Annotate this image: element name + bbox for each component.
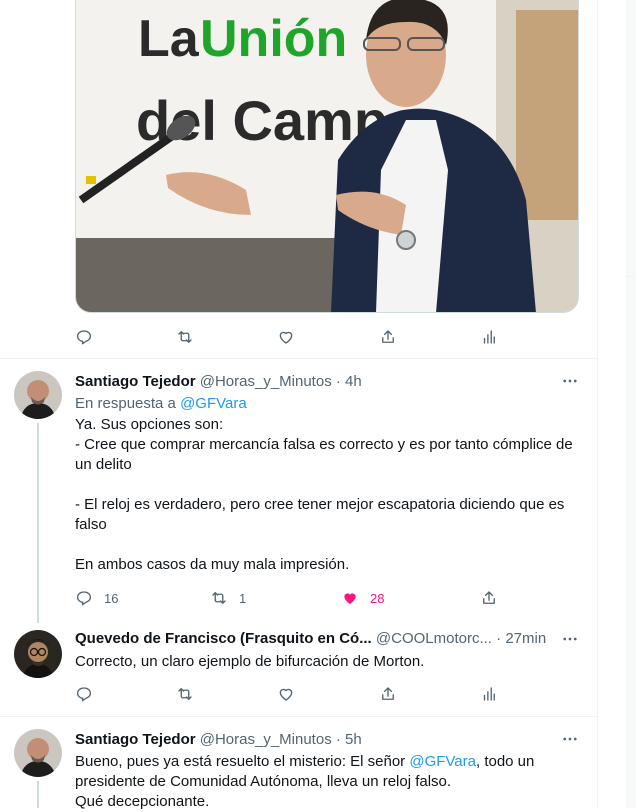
reply-prefix: En respuesta a [75,395,181,412]
user-handle[interactable]: @Horas_y_Minutos [200,731,332,748]
reply-count: 16 [104,590,119,606]
tweet-header: Santiago Tejedor @Horas_y_Minutos · 4h [75,373,362,390]
more-button[interactable] [560,729,580,749]
avatar[interactable] [14,729,62,777]
share-icon [382,330,394,343]
retweet-count: 1 [239,590,247,606]
tweet-line: En ambos casos da muy mala impresión. [75,556,350,573]
banner-text-la: La [138,10,200,68]
retweet-button[interactable]: 1 [210,588,246,608]
mention-link[interactable]: @GFVara [409,753,476,770]
share-button[interactable] [480,588,498,608]
display-name[interactable]: Santiago Tejedor [75,373,196,390]
tweet-line: - El reloj es verdadero, pero cree tener… [75,496,565,533]
reply-icon [76,591,92,606]
tweet-line [75,475,575,495]
like-icon [279,688,293,701]
tweet-line: Ya. Sus opciones son: [75,416,224,433]
display-name[interactable]: Quevedo de Francisco (Frasquito en Có... [75,630,372,647]
reply-context: En respuesta a @GFVara [75,395,247,412]
separator-dot: · [335,731,341,748]
separator-dot: · [335,373,341,390]
tweet-line [75,535,575,555]
avatar[interactable] [14,371,62,419]
sidebar-card [626,0,636,277]
tweet[interactable]: Santiago Tejedor @Horas_y_Minutos · 4h E… [0,359,597,623]
share-button[interactable] [379,327,397,347]
tweet-text-part: Bueno, pues ya está resuelto el misterio… [75,753,410,770]
thread-line [37,423,39,623]
thread-line [37,781,39,808]
reply-button[interactable]: 16 [75,588,118,608]
like-count: 28 [370,590,385,606]
timestamp[interactable]: 5h [345,731,362,748]
share-button[interactable] [379,684,397,704]
timeline: La Unión del Campo Santiago Tejedor @Hor… [0,0,598,810]
timestamp[interactable]: 4h [345,373,362,390]
user-handle[interactable]: @Horas_y_Minutos [200,373,332,390]
more-icon [563,637,577,641]
more-icon [563,379,577,383]
tweet-text: Correcto, un claro ejemplo de bifurcació… [75,652,575,672]
more-button[interactable] [560,371,580,391]
mention-link[interactable]: @GFVara [180,395,247,412]
banner-text-union: Unión [200,10,347,68]
sidebar-card [626,296,636,808]
reply-icon [76,687,92,702]
retweet-button[interactable] [176,327,194,347]
tweet[interactable]: Santiago Tejedor @Horas_y_Minutos · 5h B… [0,717,597,810]
share-icon [483,591,495,604]
retweet-icon [212,592,226,604]
tweet-actions: 16 1 28 [75,588,505,608]
tweet-actions [75,684,505,704]
tweet-photo[interactable]: La Unión del Campo [75,0,579,313]
more-icon [563,737,577,741]
like-icon-filled [344,593,356,604]
user-handle[interactable]: @COOLmotorc... [376,630,492,647]
sidebar-edge [626,0,636,808]
like-button[interactable] [277,684,295,704]
more-button[interactable] [560,629,580,649]
analytics-button[interactable] [480,327,498,347]
tweet-text: Bueno, pues ya está resuelto el misterio… [75,752,545,812]
tweet-line: Qué decepcionante. [75,793,210,810]
reply-icon [76,330,92,345]
retweet-icon [178,688,192,700]
tweet-header: Santiago Tejedor @Horas_y_Minutos · 5h [75,731,362,748]
analytics-button[interactable] [480,684,498,704]
retweet-button[interactable] [176,684,194,704]
tweet[interactable]: Quevedo de Francisco (Frasquito en Có...… [0,616,597,716]
retweet-icon [178,331,192,343]
tweet-line: Correcto, un claro ejemplo de bifurcació… [75,653,425,670]
like-button[interactable]: 28 [341,588,384,608]
tweet-text: Ya. Sus opciones son: - Cree que comprar… [75,415,575,575]
separator-dot: · [496,630,502,647]
reply-button[interactable] [75,327,93,347]
analytics-icon [483,687,495,701]
tweet-actions [75,327,505,347]
display-name[interactable]: Santiago Tejedor [75,731,196,748]
avatar[interactable] [14,630,62,678]
tweet-line: - Cree que comprar mercancía falsa es co… [75,436,573,473]
share-icon [382,687,394,700]
timestamp[interactable]: 27min [505,630,546,647]
tweet-header: Quevedo de Francisco (Frasquito en Có...… [75,630,546,647]
like-button[interactable] [277,327,295,347]
analytics-icon [483,330,495,344]
like-icon [279,331,293,344]
reply-button[interactable] [75,684,93,704]
